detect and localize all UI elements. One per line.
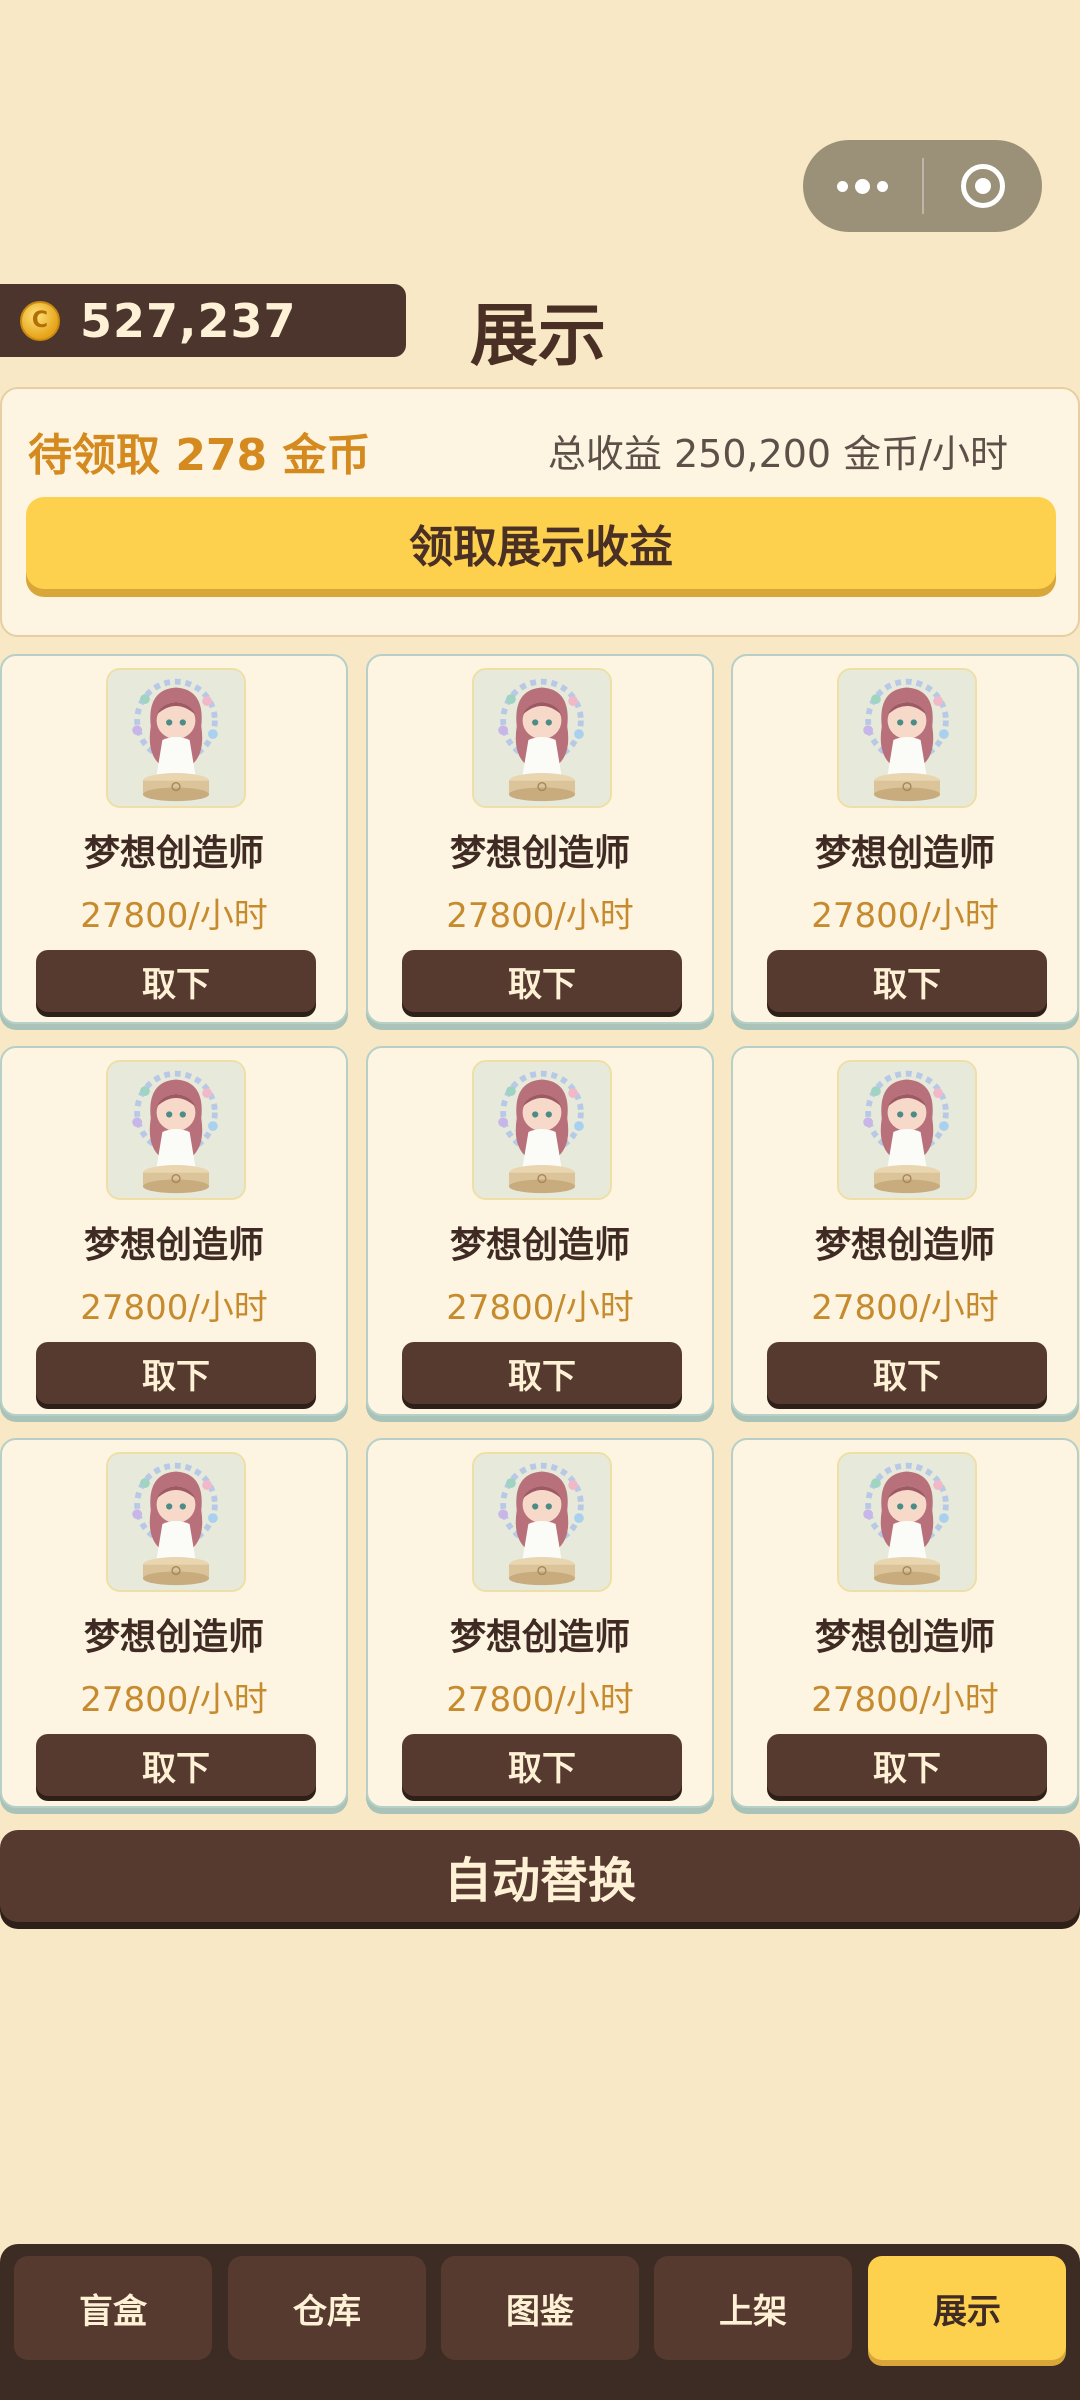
figure-name: 梦想创造师 bbox=[83, 1617, 264, 1658]
figure-name: 梦想创造师 bbox=[814, 833, 995, 874]
figure-image bbox=[837, 1452, 977, 1592]
target-icon bbox=[960, 164, 1005, 208]
remove-button[interactable]: 取下 bbox=[402, 1342, 682, 1404]
figure-image bbox=[106, 1060, 246, 1200]
remove-button[interactable]: 取下 bbox=[36, 1734, 316, 1796]
remove-button[interactable]: 取下 bbox=[402, 1734, 682, 1796]
nav-tab[interactable]: 图鉴 bbox=[441, 2256, 639, 2360]
pending-coins: 待领取 278 金币 bbox=[28, 430, 371, 481]
remove-button[interactable]: 取下 bbox=[402, 950, 682, 1012]
nav-tab[interactable]: 仓库 bbox=[228, 2256, 426, 2360]
figure-rate: 27800/小时 bbox=[811, 896, 999, 936]
page-title: 展示 bbox=[470, 297, 607, 376]
nav-tab[interactable]: 展示 bbox=[868, 2256, 1066, 2360]
figure-image bbox=[106, 668, 246, 808]
figure-name: 梦想创造师 bbox=[814, 1225, 995, 1266]
income-panel: 待领取 278 金币 总收益 250,200 金币/小时 领取展示收益 bbox=[0, 387, 1080, 637]
remove-button[interactable]: 取下 bbox=[767, 1734, 1047, 1796]
mini-program-capsule bbox=[803, 140, 1042, 232]
coin-balance: C 527,237 bbox=[0, 284, 406, 357]
figure-image bbox=[837, 1060, 977, 1200]
display-slot[interactable]: 梦想创造师 27800/小时 取下 bbox=[0, 1438, 348, 1808]
figure-rate: 27800/小时 bbox=[446, 1680, 634, 1720]
figure-name: 梦想创造师 bbox=[83, 833, 264, 874]
more-dots-icon bbox=[836, 178, 888, 194]
remove-button[interactable]: 取下 bbox=[767, 1342, 1047, 1404]
display-slot[interactable]: 梦想创造师 27800/小时 取下 bbox=[366, 1046, 714, 1416]
coin-icon: C bbox=[20, 300, 60, 341]
figure-rate: 27800/小时 bbox=[446, 1288, 634, 1328]
figure-rate: 27800/小时 bbox=[80, 1680, 268, 1720]
figure-image bbox=[472, 1060, 612, 1200]
claim-income-button[interactable]: 领取展示收益 bbox=[26, 497, 1056, 589]
display-slot[interactable]: 梦想创造师 27800/小时 取下 bbox=[0, 654, 348, 1024]
nav-tab[interactable]: 盲盒 bbox=[14, 2256, 212, 2360]
display-slot[interactable]: 梦想创造师 27800/小时 取下 bbox=[0, 1046, 348, 1416]
figure-name: 梦想创造师 bbox=[83, 1225, 264, 1266]
close-miniprogram-button[interactable] bbox=[924, 140, 1043, 232]
remove-button[interactable]: 取下 bbox=[767, 950, 1047, 1012]
figure-rate: 27800/小时 bbox=[811, 1680, 999, 1720]
display-slot[interactable]: 梦想创造师 27800/小时 取下 bbox=[731, 1438, 1079, 1808]
display-slot[interactable]: 梦想创造师 27800/小时 取下 bbox=[366, 1438, 714, 1808]
figure-image bbox=[472, 668, 612, 808]
figure-rate: 27800/小时 bbox=[811, 1288, 999, 1328]
figure-name: 梦想创造师 bbox=[449, 1617, 630, 1658]
remove-button[interactable]: 取下 bbox=[36, 950, 316, 1012]
figure-rate: 27800/小时 bbox=[80, 1288, 268, 1328]
more-button[interactable] bbox=[803, 140, 922, 232]
remove-button[interactable]: 取下 bbox=[36, 1342, 316, 1404]
figure-image bbox=[106, 1452, 246, 1592]
figure-name: 梦想创造师 bbox=[449, 833, 630, 874]
figure-rate: 27800/小时 bbox=[446, 896, 634, 936]
display-slot[interactable]: 梦想创造师 27800/小时 取下 bbox=[731, 654, 1079, 1024]
auto-replace-button[interactable]: 自动替换 bbox=[0, 1830, 1080, 1922]
figure-rate: 27800/小时 bbox=[80, 896, 268, 936]
display-slot[interactable]: 梦想创造师 27800/小时 取下 bbox=[731, 1046, 1079, 1416]
nav-tab[interactable]: 上架 bbox=[654, 2256, 852, 2360]
coin-value: 527,237 bbox=[80, 293, 297, 348]
figure-name: 梦想创造师 bbox=[449, 1225, 630, 1266]
figure-image bbox=[472, 1452, 612, 1592]
bottom-nav: 盲盒 仓库 图鉴 上架 展示 bbox=[0, 2244, 1080, 2400]
total-income: 总收益 250,200 金币/小时 bbox=[547, 432, 1008, 476]
figure-image bbox=[837, 668, 977, 808]
figure-name: 梦想创造师 bbox=[814, 1617, 995, 1658]
display-slot[interactable]: 梦想创造师 27800/小时 取下 bbox=[366, 654, 714, 1024]
